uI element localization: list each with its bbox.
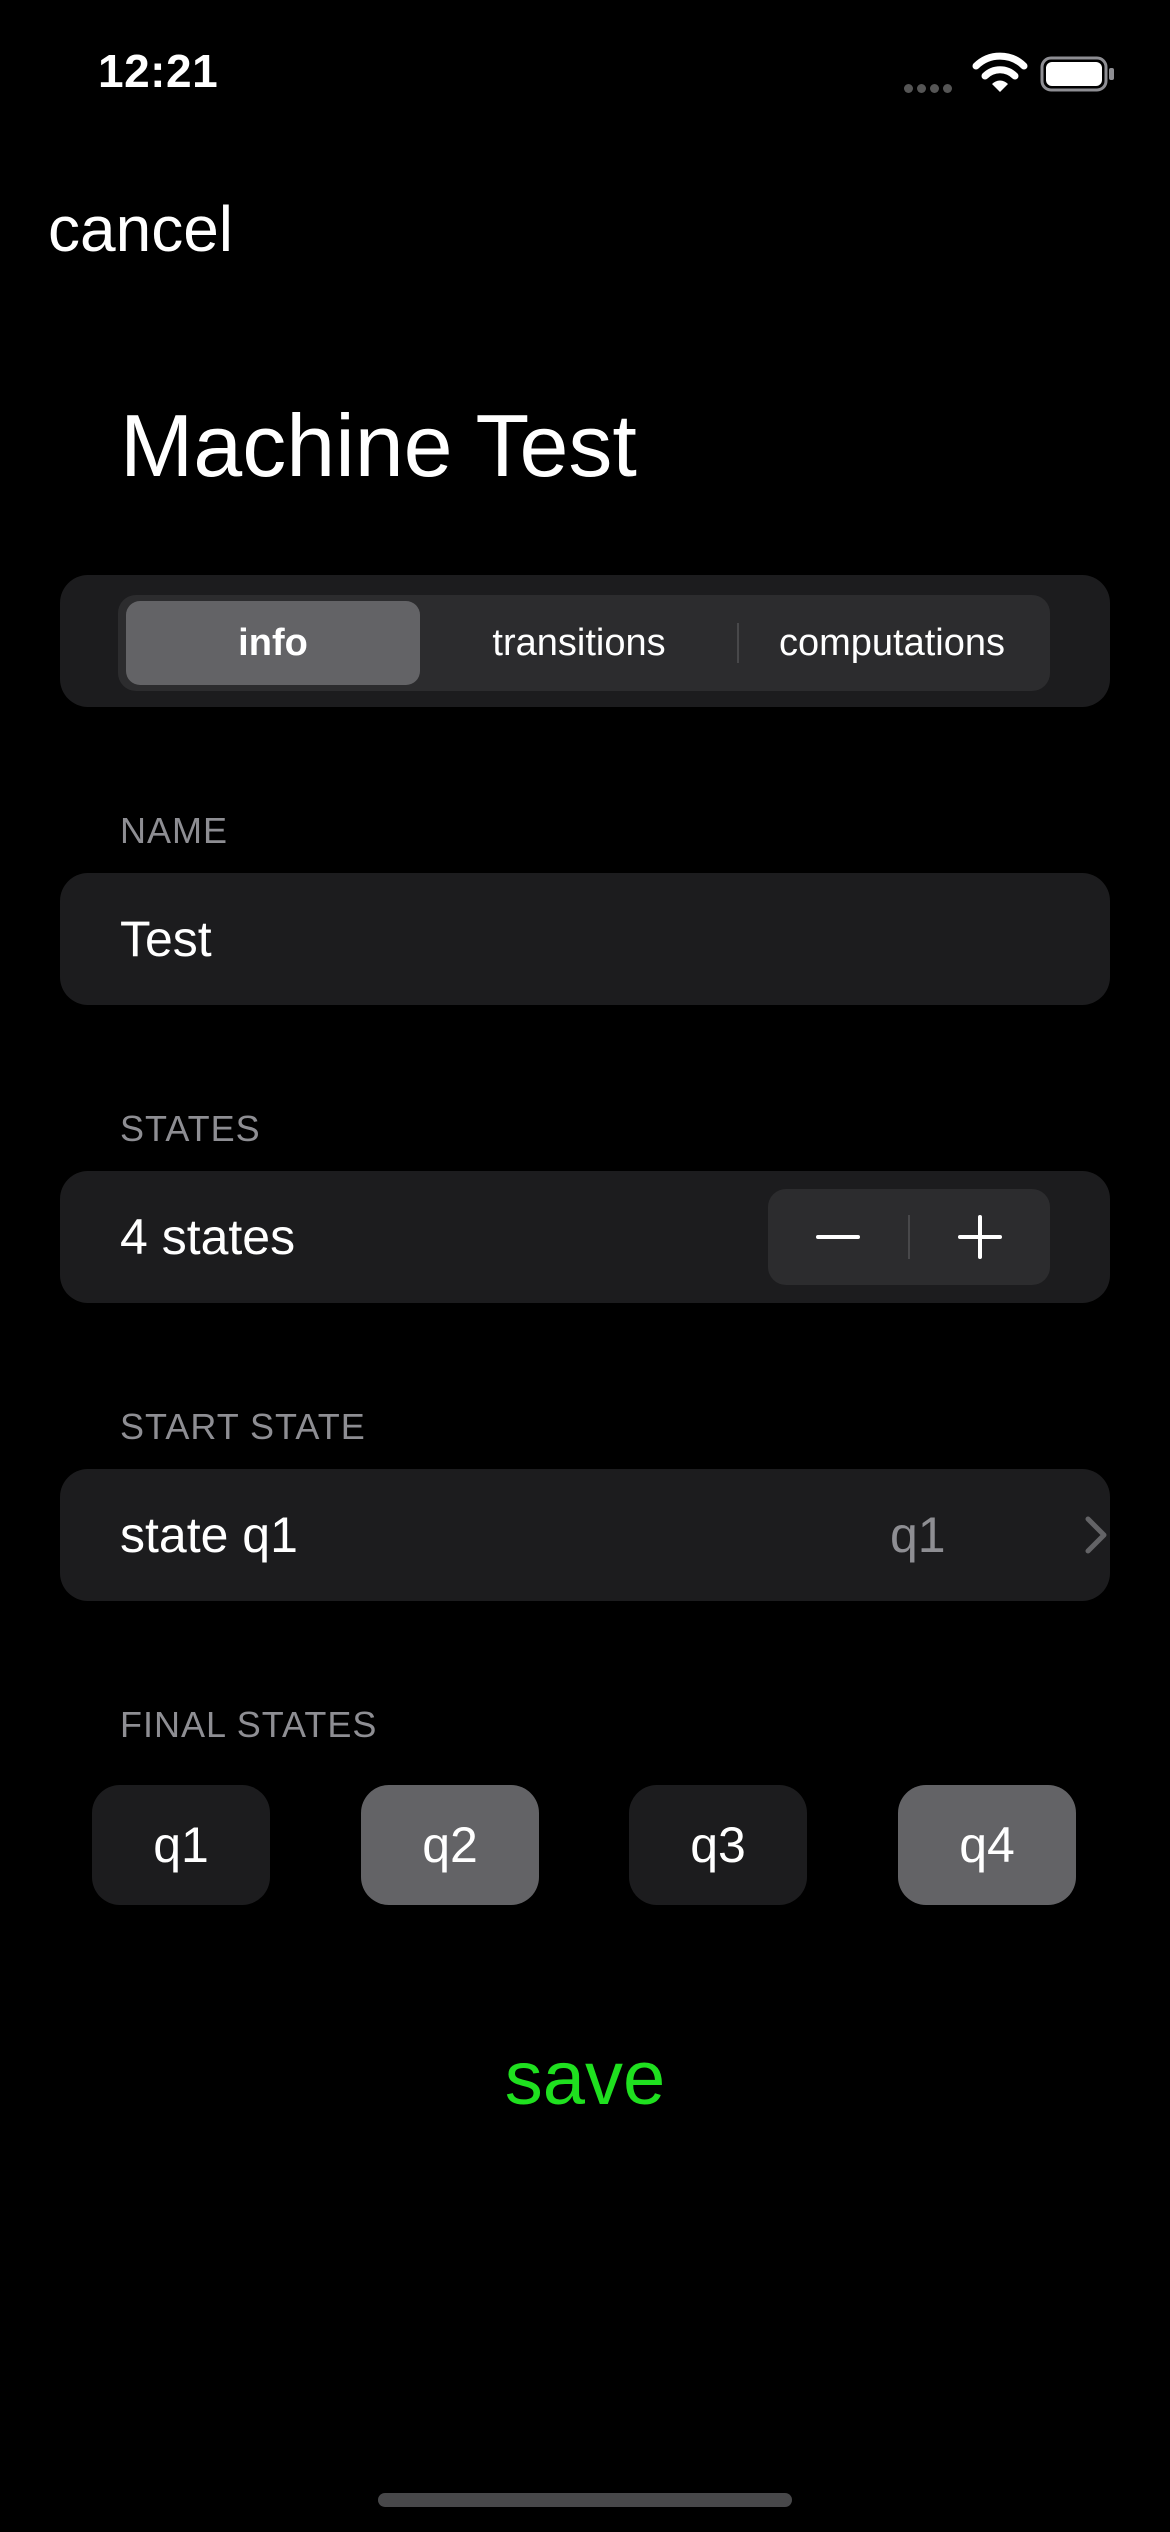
chevron-right-icon <box>1085 1516 1107 1554</box>
states-stepper <box>768 1189 1050 1285</box>
start-state-picker[interactable]: state q1 q1 <box>60 1469 1110 1601</box>
tab-info[interactable]: info <box>126 601 420 685</box>
name-section-label: NAME <box>120 810 229 851</box>
final-state-chip-q2[interactable]: q2 <box>361 1785 539 1905</box>
final-state-chip-q4[interactable]: q4 <box>898 1785 1076 1905</box>
wifi-icon <box>972 52 1028 92</box>
page-title: Machine Test <box>120 396 637 495</box>
segment-divider <box>737 623 739 663</box>
segmented-control: info transitions computations <box>118 595 1050 691</box>
states-card: 4 states <box>60 1171 1110 1303</box>
name-card <box>60 873 1110 1005</box>
minus-icon <box>816 1235 860 1239</box>
increment-button[interactable] <box>910 1189 1050 1285</box>
battery-icon <box>1040 56 1114 92</box>
home-indicator <box>378 2493 792 2507</box>
tab-transitions[interactable]: transitions <box>424 601 734 685</box>
start-state-section-label: START STATE <box>120 1406 366 1447</box>
name-field[interactable] <box>120 873 1050 1005</box>
start-state-value: q1 <box>890 1507 946 1563</box>
final-state-chip-q1[interactable]: q1 <box>92 1785 270 1905</box>
plus-icon <box>958 1215 1002 1259</box>
final-state-chip-q3[interactable]: q3 <box>629 1785 807 1905</box>
states-count-label: 4 states <box>120 1209 296 1265</box>
states-section-label: STATES <box>120 1108 261 1149</box>
cancel-button[interactable]: cancel <box>48 192 233 266</box>
decrement-button[interactable] <box>768 1189 908 1285</box>
start-state-title: state q1 <box>120 1507 298 1563</box>
save-button[interactable]: save <box>0 2035 1170 2122</box>
tab-computations[interactable]: computations <box>740 601 1044 685</box>
status-time: 12:21 <box>98 45 219 97</box>
final-states-section-label: FINAL STATES <box>120 1704 378 1745</box>
cellular-signal-icon <box>904 80 956 98</box>
